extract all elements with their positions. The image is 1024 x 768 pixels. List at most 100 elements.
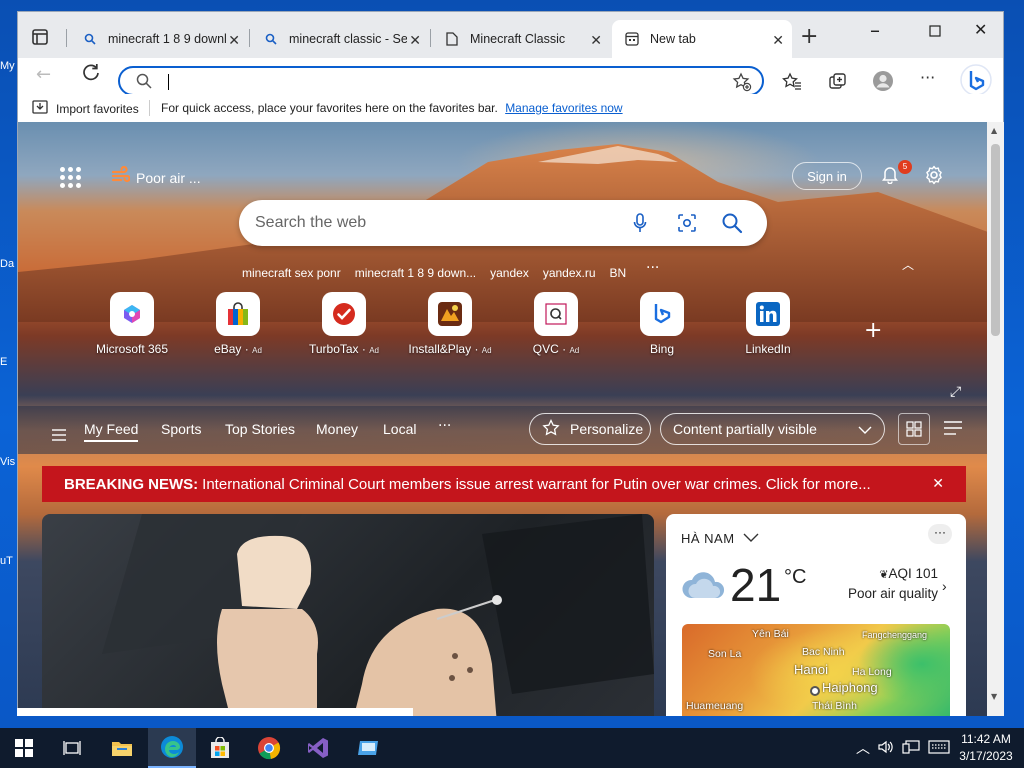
favorites-icon[interactable] xyxy=(782,72,802,96)
recent-search-item[interactable]: minecraft 1 8 9 down... xyxy=(355,266,476,280)
grid-layout-icon[interactable] xyxy=(898,413,930,445)
cloudy-weather-icon xyxy=(681,568,729,605)
quick-link-bing[interactable]: Bing xyxy=(602,292,722,356)
task-view-icon[interactable] xyxy=(48,728,96,768)
weather-map[interactable]: Yên Bái Bac Ninh Fangchenggang Son La Ha… xyxy=(682,624,950,716)
list-layout-icon[interactable] xyxy=(944,420,962,440)
horizontal-scrollbar-remnant xyxy=(17,708,413,716)
quick-link-microsoft-365[interactable]: Microsoft 365 xyxy=(72,292,192,356)
quick-link-qvc[interactable]: QVC · Ad xyxy=(496,292,616,356)
chevron-right-icon[interactable]: › xyxy=(942,578,947,594)
start-windows-icon[interactable] xyxy=(0,728,48,768)
system-clock[interactable]: 11:42 AM 3/17/2023 xyxy=(956,731,1016,765)
maximize-icon[interactable] xyxy=(929,22,941,41)
chevron-down-icon xyxy=(743,533,759,542)
add-quick-link-plus-icon[interactable]: + xyxy=(864,318,882,343)
tile-label: Install&Play xyxy=(408,342,472,356)
window-close-icon[interactable]: ✕ xyxy=(974,20,987,39)
air-quality-widget[interactable]: Poor air ... xyxy=(110,165,201,189)
desktop-icon-label[interactable]: E xyxy=(0,356,7,368)
recent-search-item[interactable]: yandex.ru xyxy=(543,266,596,280)
settings-more-icon[interactable]: ··· xyxy=(920,68,935,87)
app-window-icon[interactable] xyxy=(344,728,392,768)
file-explorer-icon[interactable] xyxy=(98,728,146,768)
weather-location[interactable]: HÀ NAM xyxy=(681,531,759,546)
scroll-down-icon[interactable]: ▼ xyxy=(991,692,997,701)
tab-actions-icon[interactable] xyxy=(28,25,52,49)
desktop-icon-label[interactable]: uT xyxy=(0,555,13,567)
scrollbar-thumb[interactable] xyxy=(991,144,1000,336)
quick-link-install-play[interactable]: Install&Play · Ad xyxy=(390,292,510,356)
quick-link-ebay[interactable]: eBay · Ad xyxy=(178,292,298,356)
microphone-icon[interactable] xyxy=(633,213,647,237)
close-icon[interactable]: ✕ xyxy=(932,475,944,492)
collapse-chevron-up-icon[interactable]: ︿ xyxy=(902,256,914,273)
desktop-icon-label[interactable]: Da xyxy=(0,258,14,270)
notifications-bell-icon[interactable] xyxy=(880,164,900,188)
refresh-icon[interactable] xyxy=(81,62,101,87)
add-favorite-icon[interactable] xyxy=(732,72,752,96)
tab-minecraft-189[interactable]: minecraft 1 8 9 downl ✕ xyxy=(70,20,248,58)
favorites-message: For quick access, place your favorites h… xyxy=(161,101,623,115)
store-icon[interactable] xyxy=(196,728,244,768)
expand-background-icon[interactable]: ⤢ xyxy=(950,384,961,400)
breaking-news-banner[interactable]: BREAKING NEWS: International Criminal Co… xyxy=(42,466,966,502)
back-arrow-icon[interactable]: ← xyxy=(36,64,51,85)
personalize-button[interactable]: Personalize xyxy=(529,413,651,445)
hamburger-menu-icon[interactable] xyxy=(52,426,66,445)
weather-more-options-icon[interactable]: ··· xyxy=(928,524,952,544)
recent-search-item[interactable]: BN xyxy=(610,266,627,280)
keyboard-icon[interactable] xyxy=(928,740,950,757)
temperature-unit[interactable]: °C xyxy=(784,566,806,589)
map-place-label: Yên Bái xyxy=(752,628,789,640)
quick-link-turbotax[interactable]: TurboTax · Ad xyxy=(284,292,404,356)
close-icon[interactable]: ✕ xyxy=(772,32,784,49)
feed-more-icon[interactable]: ··· xyxy=(438,418,451,434)
tab-minecraft-classic-search[interactable]: minecraft classic - Sea ✕ xyxy=(251,20,429,58)
recent-search-item[interactable]: minecraft sex ponr xyxy=(242,266,341,280)
address-bar[interactable] xyxy=(118,66,764,96)
feed-tab-my-feed[interactable]: My Feed xyxy=(84,421,139,442)
scroll-up-icon[interactable]: ▲ xyxy=(991,126,997,135)
feed-tab-money[interactable]: Money xyxy=(316,421,358,437)
minimize-icon[interactable]: – xyxy=(870,18,880,42)
new-tab-plus-icon[interactable]: + xyxy=(800,24,818,49)
tab-new-tab[interactable]: New tab ✕ xyxy=(612,20,792,58)
profile-avatar-icon[interactable] xyxy=(872,70,894,96)
close-icon[interactable]: ✕ xyxy=(590,32,602,49)
network-icon[interactable] xyxy=(902,740,920,757)
web-search-box[interactable]: Search the web xyxy=(239,200,767,246)
tile-label: Microsoft 365 xyxy=(95,342,169,356)
desktop-icon-label[interactable]: Vis xyxy=(0,456,15,468)
show-hidden-icons-chevron-up-icon[interactable]: ︿ xyxy=(856,738,870,758)
feed-tab-top-stories[interactable]: Top Stories xyxy=(225,421,295,437)
text-cursor xyxy=(168,74,169,90)
breaking-news-text: International Criminal Court members iss… xyxy=(202,475,871,493)
close-icon[interactable]: ✕ xyxy=(409,32,421,49)
search-submit-icon[interactable] xyxy=(721,212,743,238)
visual-studio-icon[interactable] xyxy=(294,728,342,768)
apps-launcher-icon[interactable] xyxy=(60,167,81,188)
vertical-scrollbar[interactable]: ▲ ▼ xyxy=(987,122,1004,716)
quick-link-linkedin[interactable]: LinkedIn xyxy=(708,292,828,356)
page-settings-gear-icon[interactable] xyxy=(924,165,944,189)
feed-tab-sports[interactable]: Sports xyxy=(161,421,201,437)
collections-icon[interactable] xyxy=(828,72,848,96)
volume-icon[interactable] xyxy=(878,740,894,757)
newtab-icon xyxy=(624,32,640,46)
hero-news-card[interactable] xyxy=(42,514,654,716)
desktop-icon-label[interactable]: My xyxy=(0,60,15,72)
close-icon[interactable]: ✕ xyxy=(228,32,240,49)
weather-card[interactable]: HÀ NAM ··· 21 °C ❦AQI 101 Poor air quali… xyxy=(666,514,966,716)
import-favorites-button[interactable]: Import favorites xyxy=(32,100,139,117)
tab-minecraft-classic[interactable]: Minecraft Classic ✕ xyxy=(432,20,610,58)
visual-search-icon[interactable] xyxy=(677,213,697,237)
recent-search-item[interactable]: yandex xyxy=(490,266,529,280)
recent-searches-more-icon[interactable]: ··· xyxy=(646,260,659,276)
manage-favorites-link[interactable]: Manage favorites now xyxy=(505,101,622,115)
feed-tab-local[interactable]: Local xyxy=(383,421,416,437)
content-visibility-dropdown[interactable]: Content partially visible xyxy=(660,413,885,445)
sign-in-button[interactable]: Sign in xyxy=(792,162,862,190)
chrome-icon[interactable] xyxy=(245,728,293,768)
edge-browser-icon[interactable] xyxy=(148,728,196,768)
